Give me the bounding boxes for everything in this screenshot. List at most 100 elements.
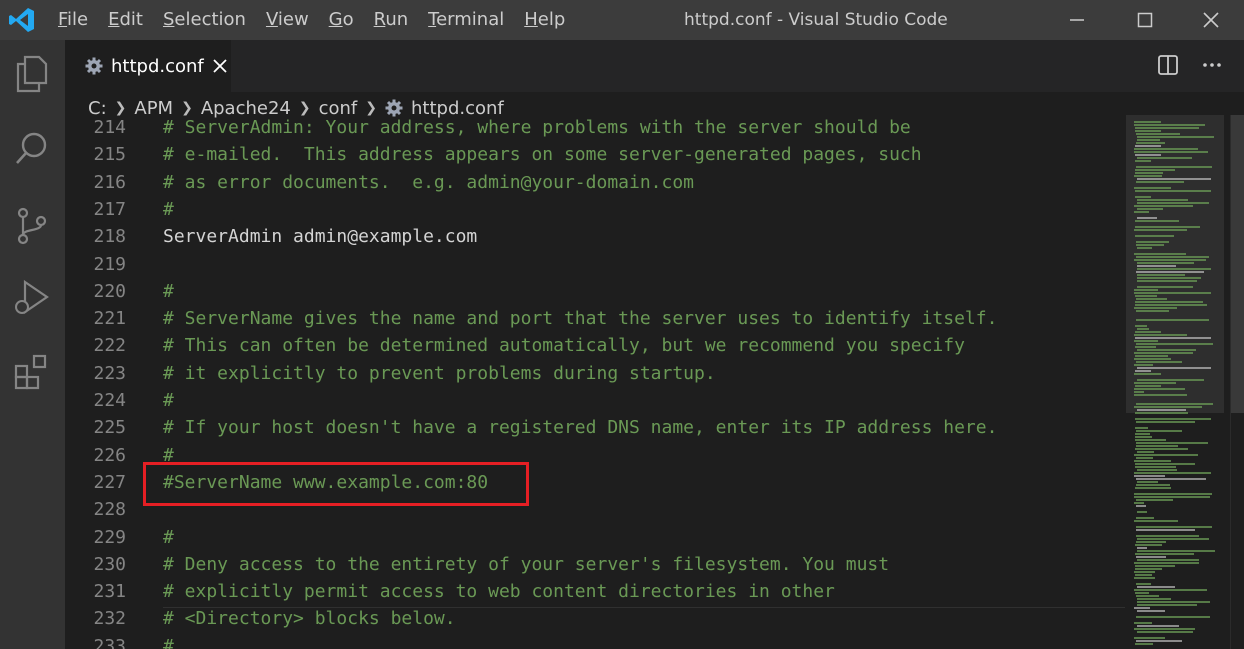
code-line[interactable]: 219 <box>65 251 1125 278</box>
code-line[interactable]: 216 # as error documents. e.g. admin@your… <box>65 169 1125 196</box>
code-line[interactable]: 230 # Deny access to the entirety of your… <box>65 551 1125 578</box>
minimap-line <box>1134 622 1152 624</box>
split-editor-icon[interactable] <box>1156 53 1180 77</box>
line-number: 228 <box>93 499 126 521</box>
minimap-line <box>1137 277 1201 279</box>
minimap-line <box>1134 292 1211 294</box>
minimap-line <box>1136 244 1164 246</box>
menu-go[interactable]: Go <box>319 0 364 40</box>
minimap-line <box>1137 586 1175 588</box>
vertical-scrollbar[interactable] <box>1230 115 1244 649</box>
minimap-line <box>1134 589 1207 591</box>
tab-httpd-conf[interactable]: httpd.conf <box>65 40 231 92</box>
minimap-line <box>1134 289 1158 291</box>
minimap-line <box>1135 160 1151 162</box>
minimap-line <box>1136 595 1159 597</box>
minimap-line <box>1134 628 1195 630</box>
minimap-line <box>1137 481 1158 483</box>
code-line[interactable]: 224 # <box>65 387 1125 414</box>
source-control-icon[interactable] <box>10 204 54 248</box>
scrollbar-thumb[interactable] <box>1231 115 1244 413</box>
minimap-line <box>1135 301 1203 303</box>
minimap-line <box>1134 340 1158 342</box>
minimap-line <box>1135 169 1175 171</box>
vscode-logo-icon <box>9 8 34 32</box>
code-line[interactable]: 223 # it explicitly to prevent problems d… <box>65 360 1125 387</box>
minimap-line <box>1134 520 1178 522</box>
minimap-line <box>1137 367 1211 369</box>
minimap-line <box>1136 421 1195 423</box>
code-line[interactable]: 218 ServerAdmin admin@example.com <box>65 223 1125 250</box>
code-text: # it explicitly to prevent problems duri… <box>163 362 716 384</box>
code-line[interactable]: 221 # ServerName gives the name and port … <box>65 305 1125 332</box>
line-number: 229 <box>93 526 126 548</box>
minimap-line <box>1137 136 1214 138</box>
menu-file[interactable]: File <box>48 0 98 40</box>
minimap-line <box>1134 253 1186 255</box>
minimap-line <box>1136 181 1184 183</box>
menu-view[interactable]: View <box>256 0 319 40</box>
minimap[interactable] <box>1126 115 1230 649</box>
close-window-button[interactable] <box>1188 0 1234 40</box>
menu-terminal[interactable]: Terminal <box>418 0 514 40</box>
minimap-line <box>1136 343 1213 345</box>
search-icon[interactable] <box>10 126 54 170</box>
minimap-line <box>1137 208 1163 210</box>
minimize-button[interactable] <box>1054 0 1100 40</box>
minimap-line <box>1137 550 1215 552</box>
minimap-line <box>1137 601 1210 603</box>
code-line[interactable]: 232 # <Directory> blocks below. <box>65 605 1125 632</box>
extensions-icon[interactable] <box>10 350 54 394</box>
minimap-line <box>1137 328 1149 330</box>
minimap-line <box>1137 598 1171 600</box>
code-line[interactable]: 217 # <box>65 196 1125 223</box>
code-line[interactable]: 214 # ServerAdmin: Your address, where pr… <box>65 115 1125 141</box>
code-text: # If your host doesn't have a registered… <box>163 417 998 439</box>
minimap-line <box>1134 259 1206 261</box>
line-number: 216 <box>93 171 126 193</box>
minimap-line <box>1134 205 1193 207</box>
minimap-line <box>1134 637 1165 639</box>
menu-selection[interactable]: Selection <box>153 0 256 40</box>
minimap-line <box>1137 559 1199 561</box>
activity-bar <box>0 40 65 649</box>
minimap-line <box>1136 616 1210 618</box>
maximize-button[interactable] <box>1122 0 1168 40</box>
explorer-icon[interactable] <box>10 52 54 96</box>
minimap-line <box>1136 457 1153 459</box>
code-editor[interactable]: 214 # ServerAdmin: Your address, where pr… <box>65 115 1125 649</box>
code-line[interactable]: 215 # e-mailed. This address appears on s… <box>65 141 1125 168</box>
minimap-line <box>1134 391 1144 393</box>
code-line[interactable]: 231 # explicitly permit access to web con… <box>65 578 1125 605</box>
minimap-line <box>1135 463 1195 465</box>
run-debug-icon[interactable] <box>10 276 54 320</box>
minimap-line <box>1134 607 1150 609</box>
code-line[interactable]: 220 # <box>65 278 1125 305</box>
line-number: 215 <box>93 144 126 166</box>
minimap-line <box>1135 385 1161 387</box>
minimap-line <box>1136 499 1173 501</box>
menu-edit[interactable]: Edit <box>98 0 153 40</box>
minimap-line <box>1137 178 1211 180</box>
minimap-line <box>1134 175 1162 177</box>
minimap-line <box>1135 553 1194 555</box>
code-line[interactable]: 233 # <box>65 633 1125 649</box>
menu-run[interactable]: Run <box>364 0 419 40</box>
code-line[interactable]: 229 # <box>65 524 1125 551</box>
chevron-right-icon: ❯ <box>114 100 127 116</box>
more-actions-icon[interactable] <box>1200 53 1224 77</box>
minimap-line <box>1137 631 1193 633</box>
minimap-line <box>1134 460 1171 462</box>
close-tab-icon[interactable] <box>212 58 228 74</box>
code-line[interactable]: 225 # If your host doesn't have a registe… <box>65 414 1125 441</box>
editor-actions <box>1156 53 1224 77</box>
line-number: 214 <box>93 117 126 138</box>
minimap-line <box>1135 346 1156 348</box>
minimap-line <box>1134 475 1165 477</box>
menu-help[interactable]: Help <box>514 0 575 40</box>
minimap-line <box>1134 373 1161 375</box>
code-line[interactable]: 222 # This can often be determined automa… <box>65 332 1125 359</box>
minimap-line <box>1134 211 1149 213</box>
minimap-line <box>1135 574 1152 576</box>
minimap-line <box>1135 592 1149 594</box>
